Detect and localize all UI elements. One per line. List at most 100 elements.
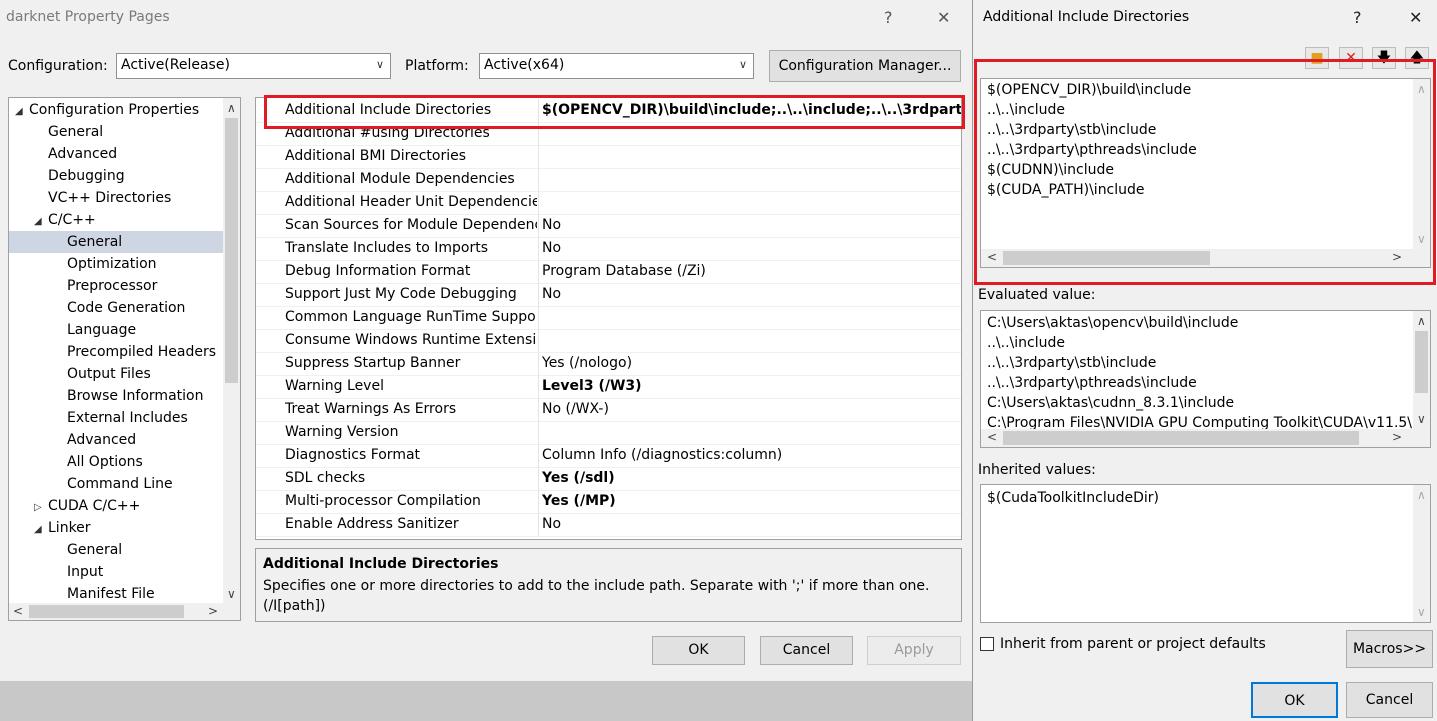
macros-button[interactable]: Macros>> [1346, 630, 1433, 668]
help-button[interactable]: ? [1353, 8, 1362, 27]
scroll-down-icon[interactable]: ∨ [1417, 605, 1426, 619]
tree-item-label: Manifest File [67, 586, 155, 602]
scroll-left-icon[interactable]: < [13, 604, 23, 618]
tree-item[interactable]: Command Line [9, 473, 240, 495]
property-name: Treat Warnings As Errors [285, 401, 457, 417]
property-row[interactable]: Scan Sources for Module Dependencies No [256, 214, 961, 238]
property-value[interactable]: No [542, 214, 961, 236]
tree-item[interactable]: General [9, 231, 240, 253]
property-value[interactable]: No [542, 283, 961, 305]
tree-item[interactable]: ◢ Linker [9, 517, 240, 541]
tree-vscrollbar[interactable]: ∧ ∨ [223, 98, 240, 604]
property-value[interactable]: Level3 (/W3) [542, 375, 961, 397]
scroll-thumb[interactable] [29, 605, 184, 618]
tree-item[interactable]: Optimization [9, 253, 240, 275]
collapse-icon[interactable]: ◢ [15, 101, 29, 123]
collapse-icon[interactable]: ◢ [34, 519, 48, 541]
scroll-right-icon[interactable]: > [1392, 430, 1402, 444]
scroll-thumb[interactable] [1003, 431, 1359, 445]
tree-item[interactable]: Manifest File [9, 583, 240, 605]
scroll-right-icon[interactable]: > [208, 604, 218, 618]
tree-item[interactable]: Debugging [9, 165, 240, 187]
tree-item[interactable]: Output Files [9, 363, 240, 385]
tree-item[interactable]: Precompiled Headers [9, 341, 240, 363]
scroll-thumb[interactable] [225, 118, 238, 383]
tree-item[interactable]: ◢ Configuration Properties [9, 99, 223, 121]
property-name: Additional BMI Directories [285, 148, 467, 164]
tree-item[interactable]: Preprocessor [9, 275, 240, 297]
property-value[interactable]: No [542, 237, 961, 259]
help-button[interactable]: ? [884, 8, 893, 27]
scroll-up-icon[interactable]: ∧ [227, 101, 236, 115]
category-tree: ◢ Configuration Properties General Advanced… [8, 97, 241, 621]
chevron-down-icon: ∨ [375, 58, 384, 71]
tree-item-label: C/C++ [48, 212, 96, 228]
property-row[interactable]: Additional Header Unit Dependencies [256, 191, 961, 215]
scroll-left-icon[interactable]: < [987, 430, 997, 444]
property-row[interactable]: Translate Includes to Imports No [256, 237, 961, 261]
tree-hscrollbar[interactable]: < > [9, 603, 240, 620]
scroll-up-icon[interactable]: ∧ [1417, 314, 1426, 328]
tree-item[interactable]: VC++ Directories [9, 187, 240, 209]
tree-item[interactable]: Browse Information [9, 385, 240, 407]
inherit-checkbox-label[interactable]: Inherit from parent or project defaults [1000, 636, 1266, 652]
property-row[interactable]: Warning Version [256, 421, 961, 445]
vscrollbar[interactable]: ∧ ∨ [1413, 311, 1430, 429]
scroll-up-icon[interactable]: ∧ [1417, 488, 1426, 502]
property-name: Translate Includes to Imports [285, 240, 488, 256]
property-row[interactable]: Common Language RunTime Support [256, 306, 961, 330]
property-row[interactable]: Diagnostics Format Column Info (/diagnost… [256, 444, 961, 468]
close-button[interactable]: ✕ [937, 8, 950, 27]
tree-item[interactable]: General [9, 539, 240, 561]
tree-item[interactable]: General [9, 121, 240, 143]
vscrollbar[interactable]: ∧ ∨ [1413, 485, 1430, 622]
tree-item[interactable]: Code Generation [9, 297, 240, 319]
configuration-select[interactable]: Active(Release) ∨ [116, 53, 391, 79]
tree-item[interactable]: Advanced [9, 429, 240, 451]
hscrollbar[interactable]: < > [981, 429, 1430, 447]
configuration-manager-button[interactable]: Configuration Manager... [769, 50, 961, 82]
property-row[interactable]: Additional BMI Directories [256, 145, 961, 169]
property-value[interactable]: No [542, 513, 961, 535]
property-row[interactable]: Enable Address Sanitizer No [256, 513, 961, 537]
property-row[interactable]: Consume Windows Runtime Extension [256, 329, 961, 353]
inherit-checkbox[interactable] [980, 637, 994, 651]
property-value[interactable]: Program Database (/Zi) [542, 260, 961, 282]
property-row[interactable]: Support Just My Code Debugging No [256, 283, 961, 307]
property-row[interactable]: Treat Warnings As Errors No (/WX-) [256, 398, 961, 422]
tree-item[interactable]: ▷ CUDA C/C++ [9, 495, 240, 519]
property-row[interactable]: SDL checks Yes (/sdl) [256, 467, 961, 491]
evaluated-entry: ..\..\3rdparty\pthreads\include [987, 375, 1197, 391]
configuration-label: Configuration: [8, 58, 108, 74]
close-button[interactable]: ✕ [1409, 8, 1422, 27]
property-row[interactable]: Warning Level Level3 (/W3) [256, 375, 961, 399]
apply-button[interactable]: Apply [867, 636, 961, 665]
scroll-thumb[interactable] [1415, 331, 1428, 393]
tree-item[interactable]: Advanced [9, 143, 240, 165]
tree-item[interactable]: All Options [9, 451, 240, 473]
property-value[interactable]: Column Info (/diagnostics:column) [542, 444, 961, 466]
tree-item[interactable]: External Includes [9, 407, 240, 429]
tree-item[interactable]: Language [9, 319, 240, 341]
property-value[interactable]: Yes (/MP) [542, 490, 961, 512]
tree-item-label: General [48, 124, 104, 140]
tree-item[interactable]: Input [9, 561, 240, 583]
tree-item[interactable]: ◢ C/C++ [9, 209, 240, 233]
cancel-button[interactable]: Cancel [1346, 682, 1433, 718]
property-value[interactable]: Yes (/nologo) [542, 352, 961, 374]
platform-select[interactable]: Active(x64) ∨ [479, 53, 754, 79]
property-row[interactable]: Suppress Startup Banner Yes (/nologo) [256, 352, 961, 376]
property-row[interactable]: Multi-processor Compilation Yes (/MP) [256, 490, 961, 514]
expand-icon[interactable]: ▷ [34, 497, 48, 519]
property-row[interactable]: Debug Information Format Program Database… [256, 260, 961, 284]
inherited-entry: $(CudaToolkitIncludeDir) [987, 490, 1160, 506]
cancel-button[interactable]: Cancel [760, 636, 853, 665]
ok-button[interactable]: OK [652, 636, 745, 665]
property-value[interactable]: No (/WX-) [542, 398, 961, 420]
ok-button[interactable]: OK [1251, 682, 1338, 718]
property-row[interactable]: Additional Module Dependencies [256, 168, 961, 192]
scroll-down-icon[interactable]: ∨ [227, 587, 236, 601]
collapse-icon[interactable]: ◢ [34, 211, 48, 233]
scroll-down-icon[interactable]: ∨ [1417, 412, 1426, 426]
property-value[interactable]: Yes (/sdl) [542, 467, 961, 489]
